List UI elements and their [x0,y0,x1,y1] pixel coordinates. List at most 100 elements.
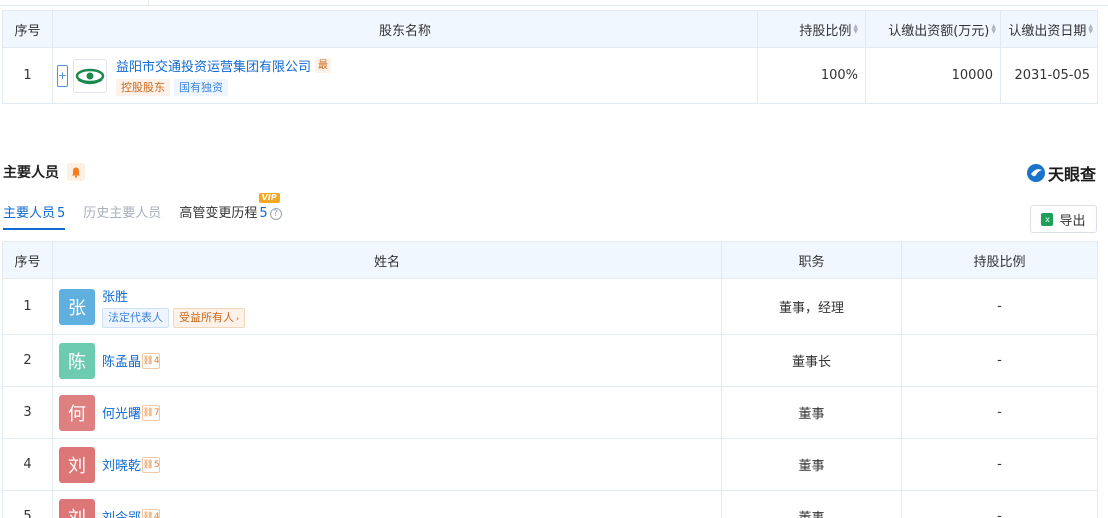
row-no: 3 [2,386,53,439]
person-name-link[interactable]: 刘晓乾 [102,455,141,474]
avatar: 刘 [59,498,95,518]
tab-count: 5 [259,206,268,221]
related-count-badge[interactable]: ⛓ 7 [142,404,161,421]
section-title: 主要人员 [3,162,85,182]
person-position: 董事 [721,438,902,491]
tab-count: 5 [57,206,66,221]
header-no: 序号 [2,241,53,279]
top-badge: 最 [315,57,332,73]
person-name-link[interactable]: 刘令郢 [102,507,141,518]
brand-logo: 天眼查 [1026,161,1096,185]
sort-icon[interactable]: ▲ ▼ [1088,24,1093,35]
header-shareholder-name: 股东名称 [52,10,758,48]
person-name-link[interactable]: 何光曙 [102,403,141,422]
person-holding: - [901,438,1098,491]
related-count-badge[interactable]: ⛓ 5 [142,456,161,473]
person-cell: 何 何光曙 ⛓ 7 [52,386,722,439]
eye-logo-icon [75,68,105,84]
related-count: 7 [153,407,160,418]
row-no: 2 [2,334,53,387]
tag-legal-rep: 法定代表人 [102,307,169,328]
company-logo [73,58,107,93]
tab-history-personnel[interactable]: 历史主要人员 [83,202,161,230]
tag-beneficial-owner[interactable]: 受益所有人 › [173,307,246,328]
person-name-link[interactable]: 陈孟晶 [102,351,141,370]
shareholder-table: 序号 股东名称 持股比例 ▲ ▼ 认缴出资额(万元) ▲ ▼ 认缴出资日期 ▲ ▼ 1 + [2,10,1098,104]
tab-executive-changes[interactable]: 高管变更历程 5? VIP [179,193,282,230]
header-no: 序号 [2,10,53,48]
sort-icon[interactable]: ▲ ▼ [853,24,858,35]
tag-controlling: 控股股东 [116,78,170,96]
header-name: 姓名 [52,241,722,279]
tab-bar: 主要人员 5 历史主要人员 高管变更历程 5? VIP [3,193,282,230]
vip-badge: VIP [258,193,280,203]
person-position: 董事，经理 [721,278,902,335]
avatar: 刘 [59,446,95,483]
avatar: 陈 [59,342,95,379]
related-count: 4 [153,511,160,518]
help-icon[interactable]: ? [269,207,282,220]
expand-icon[interactable]: + [57,64,68,87]
tab-label: 主要人员 [3,206,56,221]
shareholder-header-row: 序号 股东名称 持股比例 ▲ ▼ 认缴出资额(万元) ▲ ▼ 认缴出资日期 ▲ ▼ [2,10,1098,48]
header-position: 职务 [721,241,902,279]
row-no: 1 [2,278,53,335]
related-count: 5 [153,459,160,470]
tab-label: 高管变更历程 [179,206,258,221]
table-row: 5 刘 刘令郢 ⛓4 董事 - [2,490,1098,518]
personnel-table: 序号 姓名 职务 持股比例 1 张 张胜 法定代表人 受益所有人 › 董事，经理… [2,241,1098,518]
table-row: 2 陈 陈孟晶 ⛓ 4 董事长 - [2,334,1098,387]
header-date-label: 认缴出资日期 [1008,23,1087,39]
person-name-link[interactable]: 张胜 [102,286,245,305]
related-count-badge[interactable]: ⛓ 4 [142,508,161,518]
bell-icon[interactable] [67,163,85,181]
table-row: 1 张 张胜 法定代表人 受益所有人 › 董事，经理 - [2,278,1098,335]
top-strip-segment [0,0,148,6]
header-holding: 持股比例 [901,241,1098,279]
header-date[interactable]: 认缴出资日期 ▲ ▼ [1000,10,1098,48]
shareholder-date: 2031-05-05 [1000,47,1098,104]
person-holding: - [901,334,1098,387]
header-ratio[interactable]: 持股比例 ▲ ▼ [757,10,866,48]
network-icon: ⛓ [142,407,154,418]
section-title-text: 主要人员 [3,165,59,181]
chevron-right-icon: › [236,313,240,323]
person-position: 董事 [721,386,902,439]
shareholder-ratio: 100% [757,47,866,104]
shareholder-capital: 10000 [865,47,1001,104]
tab-main-personnel[interactable]: 主要人员 5 [3,202,66,230]
export-button[interactable]: x 导出 [1030,205,1097,233]
row-no: 4 [2,438,53,491]
person-position: 董事长 [721,334,902,387]
person-position: 董事 [721,490,902,518]
person-holding: - [901,490,1098,518]
header-ratio-label: 持股比例 [799,23,852,39]
export-label: 导出 [1059,213,1086,229]
top-strip-segment [148,0,1108,6]
table-row: 3 何 何光曙 ⛓ 7 董事 - [2,386,1098,439]
row-no: 5 [2,490,53,518]
table-row: 4 刘 刘晓乾 ⛓ 5 董事 - [2,438,1098,491]
avatar: 何 [59,394,95,431]
network-icon: ⛓ [142,459,154,470]
tag-state-owned: 国有独资 [174,78,228,96]
person-cell: 刘 刘晓乾 ⛓ 5 [52,438,722,491]
avatar: 张 [59,288,95,325]
excel-icon: x [1041,212,1054,226]
network-icon: ⛓ [142,511,154,518]
top-strip [0,0,1108,10]
tab-label: 历史主要人员 [83,206,162,221]
sort-icon[interactable]: ▲ ▼ [991,24,996,35]
network-icon: ⛓ [142,355,154,366]
header-capital-label: 认缴出资额(万元) [888,23,990,39]
brand-name: 天眼查 [1047,165,1096,184]
shareholder-name-link[interactable]: 益阳市交通投资运营集团有限公司 [116,56,311,75]
tag-beneficial-owner-label: 受益所有人 [179,310,234,324]
header-capital[interactable]: 认缴出资额(万元) ▲ ▼ [865,10,1001,48]
related-count-badge[interactable]: ⛓ 4 [142,352,161,369]
shareholder-row: 1 + 益阳市交通投资运营集团有限公司 最 控股股东 国有独资 100% 100… [2,47,1098,104]
shareholder-name-cell: + 益阳市交通投资运营集团有限公司 最 控股股东 国有独资 [52,47,758,104]
person-holding: - [901,386,1098,439]
shareholder-no: 1 [2,47,53,104]
personnel-header-row: 序号 姓名 职务 持股比例 [2,241,1098,279]
